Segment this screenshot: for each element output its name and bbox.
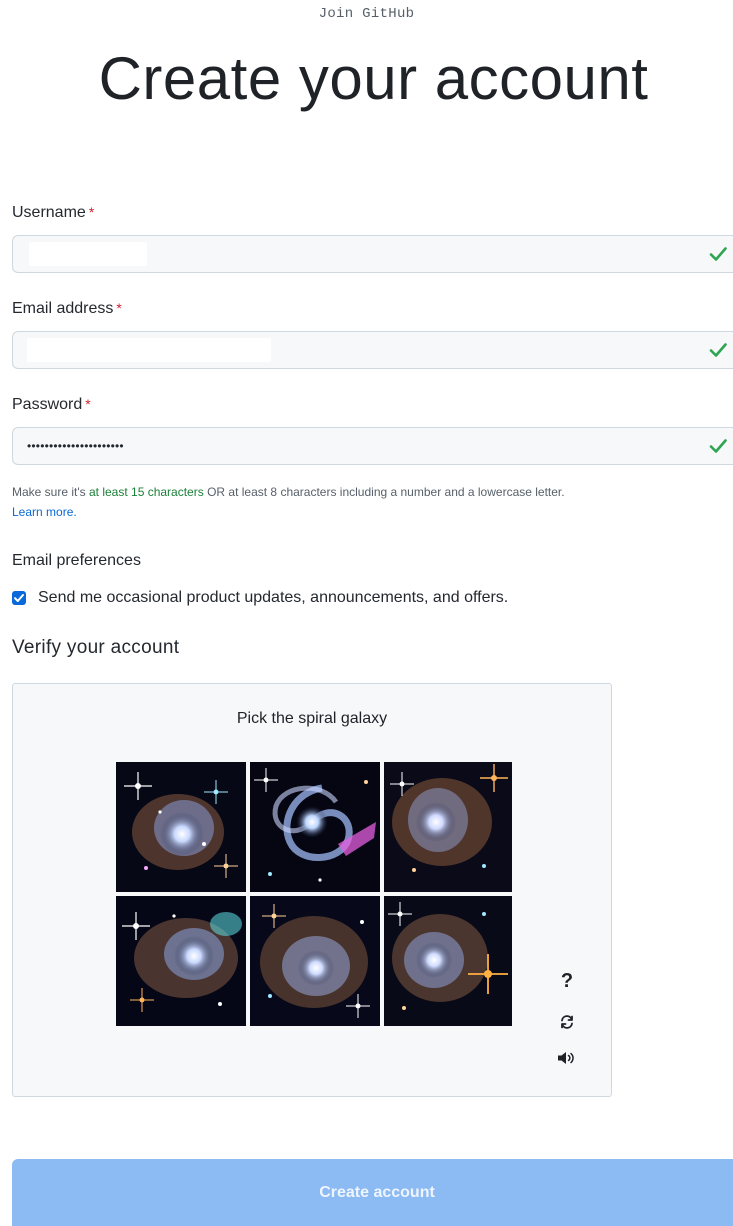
password-label: Password * (12, 396, 91, 414)
captcha-audio-button[interactable] (555, 1046, 579, 1070)
create-account-button[interactable]: Create account (12, 1159, 733, 1226)
captcha-tile-grid (116, 762, 512, 1026)
captcha-tile-2[interactable] (250, 762, 380, 892)
email-preferences-title: Email preferences (12, 552, 141, 569)
nebula-image (250, 896, 380, 1026)
password-hint-prefix: Make sure it's (12, 485, 86, 499)
required-marker: * (116, 300, 122, 316)
password-hint: Make sure it's at least 15 characters OR… (12, 482, 733, 522)
learn-more-link[interactable]: Learn more. (12, 505, 77, 519)
captcha-refresh-button[interactable] (555, 1010, 579, 1034)
password-value: •••••••••••••••••••••• (27, 439, 124, 453)
check-icon (709, 343, 727, 357)
password-field[interactable]: •••••••••••••••••••••• (12, 427, 733, 465)
page-overline: Join GitHub (318, 6, 415, 22)
refresh-icon (561, 1015, 573, 1029)
email-label: Email address * (12, 300, 122, 318)
nebula-image (384, 896, 512, 1026)
page-title: Create your account (98, 45, 649, 112)
captcha-prompt: Pick the spiral galaxy (236, 710, 388, 727)
password-hint-highlight: at least 15 characters (89, 485, 204, 499)
password-label-text: Password (12, 396, 83, 413)
spiral-galaxy-image (250, 762, 380, 892)
captcha-tile-4[interactable] (116, 896, 246, 1026)
audio-icon (558, 1052, 574, 1064)
captcha-tile-3[interactable] (384, 762, 512, 892)
email-preferences-checkbox[interactable] (12, 591, 26, 605)
email-preferences-row: Send me occasional product updates, anno… (12, 587, 508, 609)
required-marker: * (88, 204, 95, 220)
captcha-panel: Pick the spiral galaxy ? (12, 683, 612, 1097)
nebula-image (116, 762, 246, 892)
email-label-text: Email address (12, 300, 114, 317)
required-marker: * (85, 396, 91, 412)
nebula-image (384, 762, 512, 892)
captcha-tile-6[interactable] (384, 896, 512, 1026)
username-label: Username * (12, 204, 94, 222)
username-field[interactable] (12, 235, 733, 273)
checkmark-icon (14, 594, 24, 602)
email-preferences-label[interactable]: Send me occasional product updates, anno… (38, 589, 508, 607)
email-redaction (27, 338, 271, 362)
username-redaction (29, 242, 147, 266)
check-icon (709, 439, 727, 453)
check-icon (709, 247, 727, 261)
captcha-tile-1[interactable] (116, 762, 246, 892)
username-label-text: Username (12, 204, 86, 221)
nebula-image (116, 896, 246, 1026)
captcha-help-button[interactable]: ? (555, 970, 579, 994)
password-hint-suffix: OR at least 8 characters including a num… (207, 485, 565, 499)
email-field[interactable] (12, 331, 733, 369)
captcha-tile-5[interactable] (250, 896, 380, 1026)
verify-title: Verify your account (12, 637, 180, 658)
